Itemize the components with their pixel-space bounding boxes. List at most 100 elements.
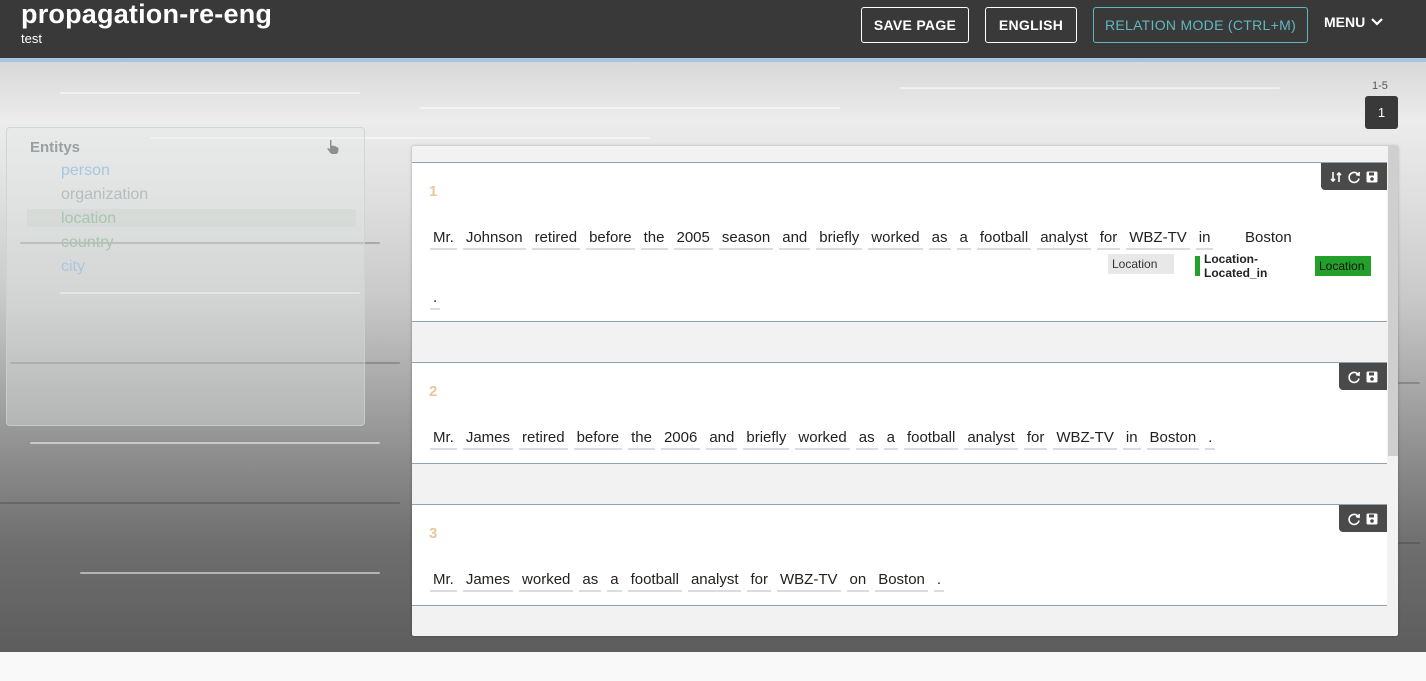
- token[interactable]: season: [718, 229, 774, 250]
- token[interactable]: football: [627, 571, 682, 592]
- token[interactable]: and: [706, 429, 738, 450]
- footer-strip: [0, 652, 1426, 681]
- token[interactable]: Mr.: [430, 229, 457, 250]
- token[interactable]: worked: [519, 571, 574, 592]
- token[interactable]: James: [462, 429, 514, 450]
- language-button[interactable]: ENGLISH: [985, 7, 1077, 43]
- token[interactable]: .: [430, 289, 441, 310]
- token[interactable]: as: [855, 429, 878, 450]
- token[interactable]: 2006: [660, 429, 701, 450]
- token[interactable]: before: [586, 229, 635, 250]
- app-subtitle: test: [21, 31, 42, 46]
- token[interactable]: worked: [868, 229, 923, 250]
- entity-panel-title: Entitys: [30, 139, 81, 156]
- entity-panel: Entitys person organization location cou…: [6, 127, 365, 426]
- token[interactable]: Boston: [875, 571, 928, 592]
- token[interactable]: WBZ-TV: [1053, 429, 1117, 450]
- menu-label: MENU: [1324, 14, 1366, 30]
- token-boston-entity[interactable]: Boston: [1242, 229, 1295, 248]
- entity-item-city[interactable]: city: [61, 258, 85, 276]
- entity-item-label: city: [61, 258, 85, 275]
- top-bar: propagation-re-eng test SAVE PAGE ENGLIS…: [0, 0, 1426, 58]
- save-icon[interactable]: [1365, 170, 1379, 184]
- entity-item-label: country: [61, 234, 114, 251]
- sentence-toolbar: [1339, 505, 1387, 532]
- token-row: Mr. James retired before the 2006 and briefly wo…: [430, 429, 1216, 450]
- entity-item-label: organization: [61, 186, 149, 203]
- entity-item-organization[interactable]: organization: [61, 186, 148, 204]
- scrollbar[interactable]: [1388, 146, 1398, 456]
- token[interactable]: the: [628, 429, 655, 450]
- token[interactable]: Johnson: [462, 229, 526, 250]
- sentence-toolbar: [1339, 363, 1387, 390]
- save-icon[interactable]: [1365, 512, 1379, 526]
- relation-mode-button[interactable]: RELATION MODE (CTRL+M): [1093, 7, 1308, 43]
- entity-item-label: person: [61, 162, 110, 179]
- refresh-icon[interactable]: [1347, 370, 1361, 384]
- app-title: propagation-re-eng: [21, 0, 273, 29]
- save-icon[interactable]: [1365, 370, 1379, 384]
- token[interactable]: Boston: [1146, 429, 1200, 450]
- token[interactable]: the: [640, 229, 668, 250]
- page-range: 1-5: [1372, 80, 1388, 92]
- token[interactable]: retired: [531, 229, 581, 250]
- page-button-current[interactable]: 1: [1365, 96, 1398, 129]
- sentence-card-3: 3 Mr. James worked as a football analyst for WBZ…: [412, 504, 1387, 606]
- entity-item-country[interactable]: country: [61, 234, 113, 252]
- save-page-button[interactable]: SAVE PAGE: [861, 7, 969, 43]
- menu-button[interactable]: MENU: [1324, 14, 1384, 30]
- entity-tag-location-green[interactable]: Location: [1315, 256, 1371, 276]
- token[interactable]: in: [1122, 429, 1141, 450]
- hand-pointer-icon[interactable]: [324, 139, 340, 155]
- relation-tag[interactable]: Location-Located_in: [1195, 252, 1315, 280]
- sentence-list: 1 Mr. Johnson retired before the 2005 season an…: [412, 146, 1398, 636]
- token[interactable]: .: [933, 571, 945, 592]
- refresh-icon[interactable]: [1347, 170, 1361, 184]
- entity-item-label: location: [61, 210, 117, 227]
- token-row: .: [430, 289, 441, 310]
- token[interactable]: on: [846, 571, 870, 592]
- sentence-number: 1: [429, 183, 438, 200]
- token[interactable]: as: [928, 229, 951, 250]
- token[interactable]: football: [903, 429, 959, 450]
- swap-icon[interactable]: [1329, 170, 1343, 184]
- token[interactable]: analyst: [964, 429, 1018, 450]
- token[interactable]: for: [1023, 429, 1048, 450]
- sentence-card-1: 1 Mr. Johnson retired before the 2005 season an…: [412, 162, 1387, 322]
- token[interactable]: analyst: [1037, 229, 1091, 250]
- token[interactable]: as: [579, 571, 602, 592]
- token-row: Mr. James worked as a football analyst for WBZ-T…: [430, 571, 945, 592]
- token[interactable]: briefly: [743, 429, 790, 450]
- refresh-icon[interactable]: [1347, 512, 1361, 526]
- token[interactable]: Mr.: [430, 571, 457, 592]
- token[interactable]: worked: [795, 429, 850, 450]
- token[interactable]: a: [607, 571, 622, 592]
- token[interactable]: analyst: [687, 571, 742, 592]
- sentence-card-2: 2 Mr. James retired before the 2006 and briefly…: [412, 362, 1387, 464]
- token[interactable]: football: [976, 229, 1032, 250]
- sentence-toolbar: [1321, 163, 1387, 190]
- token[interactable]: Mr.: [430, 429, 457, 450]
- token[interactable]: and: [779, 229, 811, 250]
- token[interactable]: WBZ-TV: [777, 571, 841, 592]
- token[interactable]: before: [573, 429, 623, 450]
- token[interactable]: retired: [519, 429, 568, 450]
- entity-item-location[interactable]: location: [61, 210, 116, 228]
- token[interactable]: a: [883, 429, 898, 450]
- token[interactable]: James: [462, 571, 514, 592]
- token-row: Mr. Johnson retired before the 2005 season and b…: [430, 229, 1214, 250]
- token[interactable]: for: [1096, 229, 1121, 250]
- token[interactable]: 2005: [673, 229, 713, 250]
- chevron-down-icon: [1371, 18, 1384, 26]
- token[interactable]: .: [1205, 429, 1216, 450]
- sentence-number: 3: [429, 525, 438, 542]
- token[interactable]: for: [747, 571, 771, 592]
- sentence-number: 2: [429, 383, 438, 400]
- token-row-entity: Boston: [1242, 229, 1295, 248]
- token[interactable]: in: [1195, 229, 1214, 250]
- token[interactable]: WBZ-TV: [1126, 229, 1190, 250]
- token[interactable]: a: [956, 229, 971, 250]
- token[interactable]: briefly: [816, 229, 863, 250]
- entity-item-person[interactable]: person: [61, 162, 110, 180]
- entity-tag-location[interactable]: Location: [1108, 254, 1174, 274]
